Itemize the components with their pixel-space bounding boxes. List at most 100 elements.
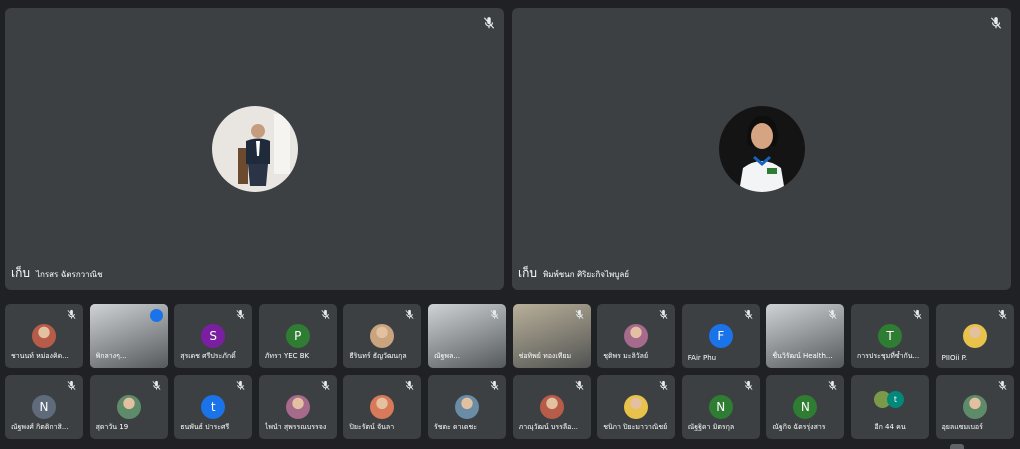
participant-tile[interactable]: ปิยะรัตน์ จันลา bbox=[343, 375, 422, 439]
mic-off-icon bbox=[744, 309, 753, 319]
participant-name: อุยลแซมเบอร์ bbox=[941, 423, 983, 431]
mic-off-icon bbox=[998, 309, 1007, 319]
participant-tile[interactable]: พิกลางๆ... bbox=[89, 304, 168, 368]
participant-name: ภาณุวัฒน์ บรรลือ... bbox=[518, 423, 579, 431]
mic-off-icon bbox=[236, 380, 245, 390]
participant-name: พิกลางๆ... bbox=[95, 352, 127, 360]
mic-off-icon bbox=[659, 309, 668, 319]
participant-name: ณัฐพงศ์ กิตติกาสิ... bbox=[11, 423, 69, 431]
participant-name: ณัฐพล... bbox=[434, 352, 460, 360]
participant-tile[interactable]: ธีรินทร์ ธัญวัฒนกุล bbox=[343, 304, 422, 368]
participant-name: FAir Phu bbox=[687, 354, 717, 362]
participant-tile[interactable]: รัชตะ ดาเดชะ bbox=[428, 375, 506, 439]
avatar bbox=[32, 324, 56, 348]
more-participants-avatars: t bbox=[874, 391, 908, 409]
participant-tile[interactable]: PIIOii P. bbox=[935, 304, 1014, 368]
participant-name: ชนิกา ปิยะมาวาณิชย์ bbox=[603, 423, 668, 431]
hide-label[interactable]: เก็บ bbox=[11, 264, 30, 283]
audio-level-icon bbox=[149, 309, 163, 322]
mic-off-icon bbox=[490, 309, 499, 319]
avatar bbox=[211, 106, 298, 192]
participant-tile[interactable]: t อีก 44 คน bbox=[851, 375, 929, 439]
participant-tile[interactable]: ช่อทิพย์ ทองเทียม bbox=[512, 304, 591, 368]
mic-off-icon bbox=[990, 17, 1002, 29]
participant-name: ชานนท์ หม่องคิด... bbox=[11, 352, 69, 360]
participant-name: PIIOii P. bbox=[941, 354, 967, 362]
mic-off-icon bbox=[321, 380, 330, 390]
participant-tile[interactable]: S สุรเดช ศรีประภักดิ์ bbox=[174, 304, 253, 368]
participant-name: อีก 44 คน bbox=[874, 423, 906, 431]
participant-tile[interactable]: N ณัฐฐิดา มิตรกุล bbox=[681, 375, 760, 439]
avatar: S bbox=[201, 324, 226, 348]
avatar bbox=[624, 395, 649, 419]
participant-tile[interactable]: t ธนพันธ์ ปาระศรี bbox=[174, 375, 253, 439]
participant-name: ธนพันธ์ ปาระศรี bbox=[180, 423, 230, 431]
participant-tile[interactable]: T การประชุมที่ซ้ำกัน... bbox=[851, 304, 929, 368]
avatar: N bbox=[708, 395, 733, 419]
mic-off-icon bbox=[490, 380, 499, 390]
participant-label: เก็บ พิมพ์ชนก ศิริยะกิจไพบูลย์ bbox=[518, 264, 629, 283]
participant-tile[interactable]: อุยลแซมเบอร์ bbox=[935, 375, 1014, 439]
mic-off-icon bbox=[828, 380, 837, 390]
avatar: N bbox=[793, 395, 818, 419]
participant-name: ธีรินทร์ ธัญวัฒนกุล bbox=[349, 352, 407, 360]
participant-tile[interactable]: F FAir Phu bbox=[681, 304, 760, 368]
avatar bbox=[455, 395, 479, 419]
participant-tile[interactable]: ชื่นวิรัฒน์ Health... bbox=[766, 304, 845, 368]
participant-tile[interactable]: ชุติพร มะลิวัลย์ bbox=[597, 304, 676, 368]
avatar bbox=[370, 324, 395, 348]
avatar: P bbox=[285, 324, 310, 348]
mic-off-icon bbox=[321, 309, 330, 319]
participant-name: ภัทรา YEC BK bbox=[264, 352, 310, 360]
participant-tile[interactable]: ชานนท์ หม่องคิด... bbox=[5, 304, 83, 368]
main-tile-2[interactable]: เก็บ พิมพ์ชนก ศิริยะกิจไพบูลย์ bbox=[512, 8, 1011, 290]
avatar bbox=[624, 324, 649, 348]
avatar bbox=[539, 395, 564, 419]
participant-name: ปิยะรัตน์ จันลา bbox=[349, 423, 395, 431]
participant-name: ณัฐฐิดา มิตรกุล bbox=[687, 423, 735, 431]
participant-name: ณัฐกิจ ฉัตรรุ่งสาร bbox=[772, 423, 826, 431]
participant-name: ช่อทิพย์ ทองเทียม bbox=[518, 352, 572, 360]
participant-name: รัชตะ ดาเดชะ bbox=[434, 423, 477, 431]
avatar bbox=[718, 106, 805, 192]
mic-off-icon bbox=[913, 309, 922, 319]
mic-off-icon bbox=[67, 380, 76, 390]
participant-tile[interactable]: ณัฐพล... bbox=[428, 304, 506, 368]
avatar: F bbox=[708, 324, 733, 348]
participant-name: สุรเดช ศรีประภักดิ์ bbox=[180, 352, 236, 360]
participant-name: ไพนำ สุพรรณบรรจง bbox=[264, 423, 327, 431]
mic-off-icon bbox=[998, 380, 1007, 390]
participant-tile[interactable]: ภาณุวัฒน์ บรรลือ... bbox=[512, 375, 591, 439]
avatar: t bbox=[887, 391, 904, 408]
avatar: t bbox=[201, 395, 226, 419]
participant-name: พิมพ์ชนก ศิริยะกิจไพบูลย์ bbox=[542, 270, 629, 279]
avatar bbox=[285, 395, 310, 419]
participant-name: ชุติพร มะลิวัลย์ bbox=[603, 352, 649, 360]
participant-tile[interactable]: N ณัฐกิจ ฉัตรรุ่งสาร bbox=[766, 375, 845, 439]
participant-tile[interactable]: สุดาวัน 19 bbox=[89, 375, 168, 439]
mic-off-icon bbox=[744, 380, 753, 390]
participant-tile[interactable]: ไพนำ สุพรรณบรรจง bbox=[258, 375, 337, 439]
main-tile-1[interactable]: เก็บ ไกรสร ฉัตรกวาณิช bbox=[5, 8, 504, 290]
participant-name: ชื่นวิรัฒน์ Health... bbox=[772, 352, 833, 360]
avatar bbox=[116, 395, 141, 419]
avatar bbox=[962, 324, 987, 348]
participant-tile[interactable]: N ณัฐพงศ์ กิตติกาสิ... bbox=[5, 375, 83, 439]
mic-off-icon bbox=[659, 380, 668, 390]
mic-off-icon bbox=[828, 309, 837, 319]
participant-tile[interactable]: P ภัทรา YEC BK bbox=[258, 304, 337, 368]
avatar bbox=[962, 395, 987, 419]
mic-off-icon bbox=[405, 380, 414, 390]
mic-off-icon bbox=[575, 380, 584, 390]
scroll-indicator[interactable] bbox=[950, 444, 964, 449]
participant-tile[interactable]: ชนิกา ปิยะมาวาณิชย์ bbox=[597, 375, 676, 439]
hide-label[interactable]: เก็บ bbox=[518, 264, 537, 283]
mic-off-icon bbox=[67, 309, 76, 319]
meeting-stage: เก็บ ไกรสร ฉัตรกวาณิช เก็บ พิมพ์ชนก ศิริ… bbox=[0, 0, 1020, 449]
mic-off-icon bbox=[236, 309, 245, 319]
avatar bbox=[370, 395, 395, 419]
participant-name: การประชุมที่ซ้ำกัน... bbox=[857, 352, 920, 360]
mic-off-icon bbox=[152, 380, 161, 390]
avatar: T bbox=[878, 324, 902, 348]
mic-off-icon bbox=[405, 309, 414, 319]
